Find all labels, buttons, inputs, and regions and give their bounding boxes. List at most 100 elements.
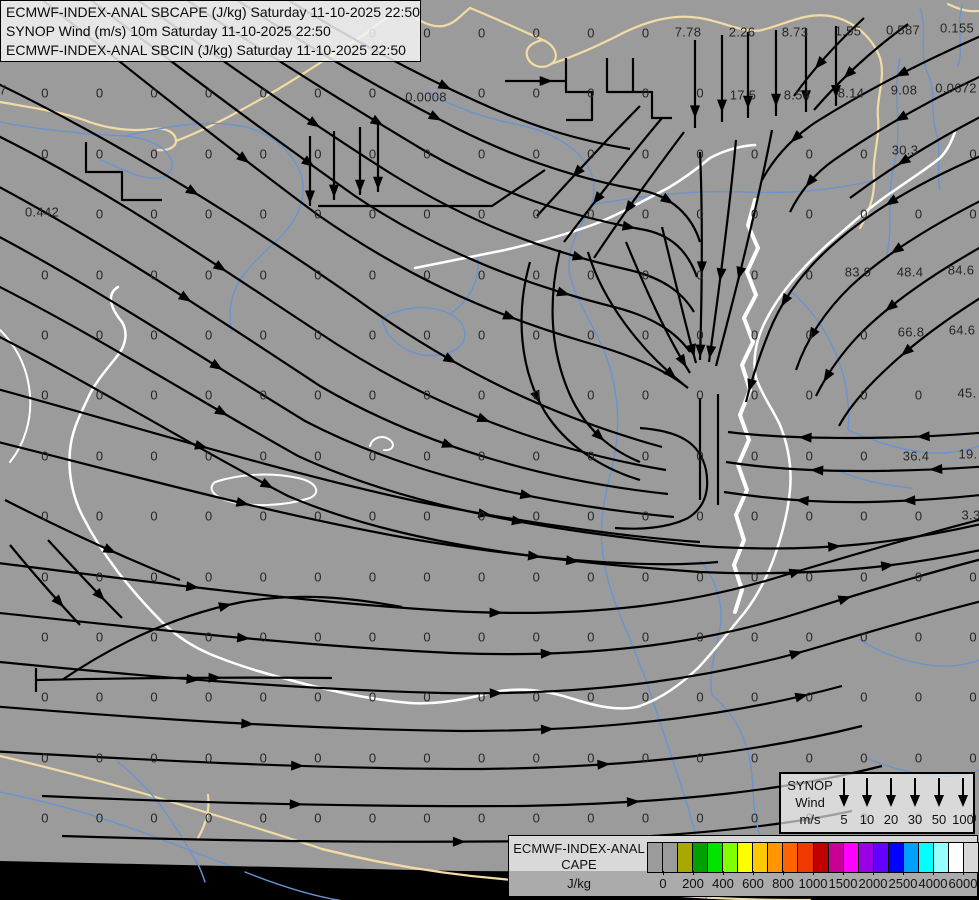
station-value: 0 <box>805 146 814 162</box>
station-value: 0 <box>751 206 759 222</box>
station-value: 0 <box>41 387 49 403</box>
station-value: 0 <box>314 206 322 222</box>
station-value: 0 <box>368 569 377 585</box>
station-value: 0 <box>860 327 868 343</box>
station-value: 0 <box>41 810 49 826</box>
station-value: 0 <box>587 85 595 101</box>
station-value: 0 <box>95 689 104 705</box>
station-value: 0 <box>423 327 431 343</box>
station-value: 0 <box>368 810 377 826</box>
station-value-special: 84.6 <box>947 262 975 278</box>
cape-color-bar <box>647 842 979 873</box>
wind-arrow-icon <box>861 777 873 812</box>
station-value: 0 <box>41 267 49 283</box>
cape-color-cell <box>933 843 949 872</box>
station-value: 0 <box>150 206 158 222</box>
cape-color-cell <box>813 843 829 872</box>
station-value-special: 48.4 <box>896 264 924 280</box>
station-value: 0 <box>423 25 431 41</box>
cape-color-cell <box>708 843 724 872</box>
station-value: 0 <box>478 569 486 585</box>
station-value: 0 <box>150 629 158 645</box>
cape-color-cell <box>753 843 769 872</box>
station-value: 0 <box>314 508 322 524</box>
station-value: 0 <box>641 387 650 403</box>
station-value: 0 <box>478 689 486 705</box>
station-value: 0 <box>751 327 759 343</box>
station-value: 0 <box>368 267 377 283</box>
station-value: 0 <box>314 387 322 403</box>
station-value: 0 <box>641 629 650 645</box>
station-value: 0 <box>95 569 104 585</box>
station-value: 0 <box>587 569 595 585</box>
station-value: 0 <box>259 146 268 162</box>
station-value: 0 <box>259 448 268 464</box>
cape-color-cell <box>768 843 784 872</box>
station-value: 0 <box>587 629 595 645</box>
station-value-special: 8.54 <box>783 87 811 103</box>
station-value: 0 <box>95 206 104 222</box>
station-value: 0 <box>532 508 541 524</box>
cape-tick-mark <box>813 871 814 875</box>
station-value-special: 0.155 <box>939 20 975 36</box>
station-value: 0 <box>205 146 213 162</box>
station-value: 0 <box>314 448 322 464</box>
station-value: 0 <box>368 327 377 343</box>
station-value: 0 <box>368 387 377 403</box>
station-value: 0 <box>641 750 650 766</box>
title-line-sbcape: ECMWF-INDEX-ANAL SBCAPE (J/kg) Saturday … <box>6 4 420 20</box>
cape-tick-label: 1000 <box>798 876 828 891</box>
station-value: 0 <box>150 750 158 766</box>
station-value: 0 <box>641 508 650 524</box>
cape-color-cell <box>888 843 904 872</box>
station-value-special: 17.5 <box>729 87 757 103</box>
wind-speed-label: 100 <box>952 812 974 827</box>
cape-legend-title: ECMWF-INDEX-ANAL <box>513 841 645 856</box>
map-title-box: ECMWF-INDEX-ANAL SBCAPE (J/kg) Saturday … <box>0 0 421 62</box>
station-value: 0 <box>259 267 268 283</box>
station-value: 0 <box>751 689 759 705</box>
cape-color-cell <box>843 843 859 872</box>
station-value: 0 <box>368 146 377 162</box>
station-value: 0 <box>423 508 431 524</box>
station-value-special: 0.0672 <box>935 80 977 96</box>
station-value: 0 <box>41 689 49 705</box>
station-value: 0 <box>314 267 322 283</box>
station-value: 0 <box>805 206 814 222</box>
station-value: 0 <box>532 327 541 343</box>
station-value: 0 <box>914 206 923 222</box>
station-value: 0 <box>532 206 541 222</box>
cape-tick-label: 0 <box>659 876 667 891</box>
cape-tick-mark <box>933 871 934 875</box>
cape-color-cell <box>678 843 694 872</box>
cape-color-cell <box>663 843 679 872</box>
station-value: 0 <box>860 448 868 464</box>
station-value: 0 <box>805 569 814 585</box>
station-value: 0 <box>641 327 650 343</box>
cape-color-cell <box>858 843 874 872</box>
station-value: 0 <box>314 750 322 766</box>
title-line-sbcin: ECMWF-INDEX-ANAL SBCIN (J/kg) Saturday 1… <box>6 42 406 58</box>
station-value: 0 <box>641 85 650 101</box>
station-value: 0 <box>478 750 486 766</box>
station-value: 0 <box>95 327 104 343</box>
station-value-special: 8.14 <box>837 85 865 101</box>
station-value: 0 <box>423 146 431 162</box>
station-value: 0 <box>95 267 104 283</box>
station-value: 0 <box>478 267 486 283</box>
station-value: 0 <box>205 206 213 222</box>
station-value-special: 3.3 <box>961 507 979 523</box>
cape-tick-label: 400 <box>712 876 734 891</box>
station-value: 0 <box>969 750 977 766</box>
station-value-special: 19. <box>958 446 978 462</box>
station-value: 0 <box>95 146 104 162</box>
station-value: 0 <box>696 750 704 766</box>
cape-color-cell <box>918 843 934 872</box>
station-value: 0 <box>205 508 213 524</box>
station-value: 0 <box>751 387 759 403</box>
station-value: 0 <box>641 267 650 283</box>
station-value: 0 <box>423 569 431 585</box>
station-value: 0 <box>751 629 759 645</box>
station-value: 0 <box>696 689 704 705</box>
station-value: 0 <box>587 508 595 524</box>
